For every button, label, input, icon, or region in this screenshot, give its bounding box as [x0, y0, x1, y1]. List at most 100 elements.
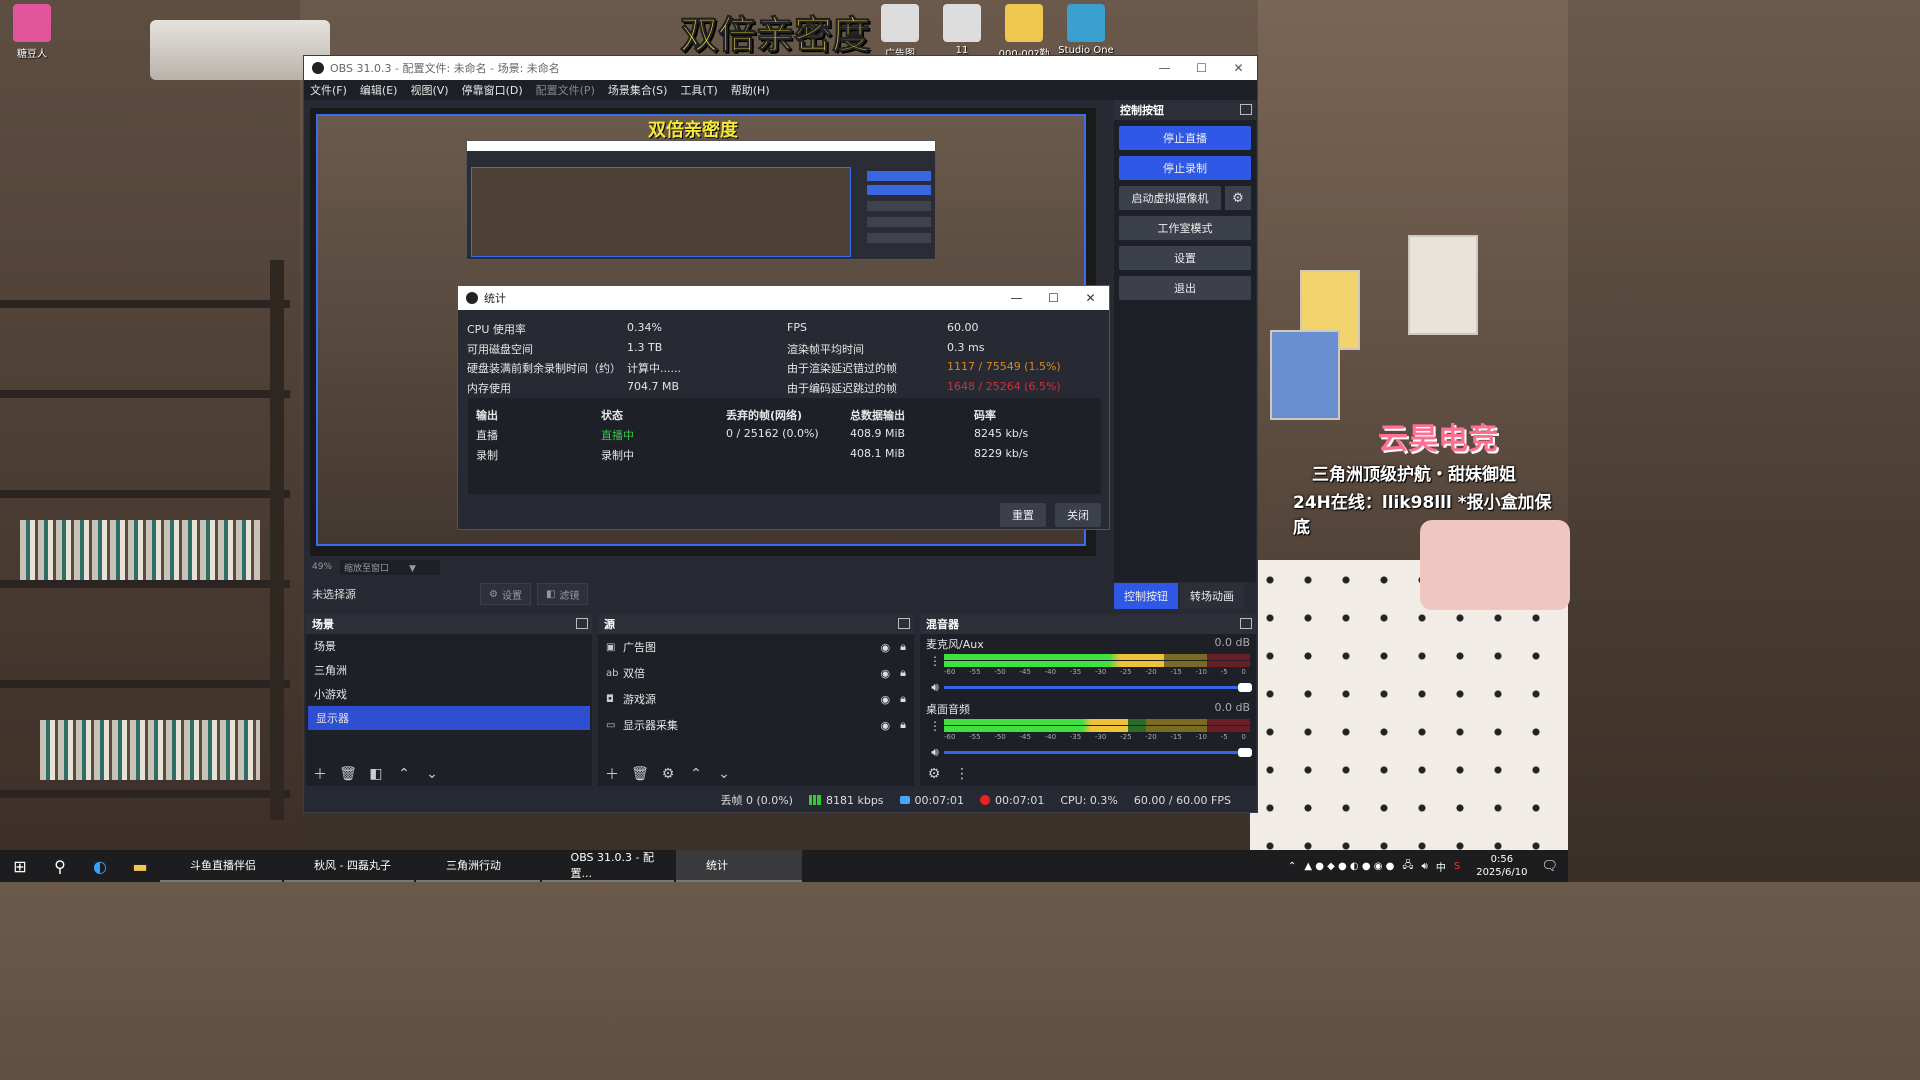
undock-icon[interactable]: [1240, 618, 1252, 629]
source-name: 游戏源: [623, 693, 656, 706]
gear-icon: ⚙: [489, 588, 498, 600]
windows-start-icon[interactable]: ⊞: [0, 850, 40, 882]
stop-record-button[interactable]: 停止录制: [1119, 156, 1251, 180]
remove-source-icon[interactable]: 🗑: [628, 764, 652, 784]
speaker-icon[interactable]: 🔊︎: [926, 680, 944, 695]
kebab-menu-icon[interactable]: ⋮: [926, 719, 944, 733]
menu-docks[interactable]: 停靠窗口(D): [462, 82, 523, 98]
search-icon[interactable]: ⚲: [40, 850, 80, 882]
start-virtual-camera-button[interactable]: 启动虚拟摄像机: [1119, 186, 1221, 210]
virtual-camera-settings-button[interactable]: ⚙: [1225, 186, 1251, 210]
move-up-icon[interactable]: ⌃: [684, 764, 708, 784]
no-source-label: 未选择源: [312, 588, 356, 601]
scene-item[interactable]: 三角洲: [306, 658, 592, 682]
close-icon[interactable]: ✕: [1220, 61, 1257, 75]
lock-icon[interactable]: 🔒︎: [900, 640, 906, 654]
volume-slider[interactable]: [944, 748, 1252, 757]
scene-item-selected[interactable]: 显示器: [308, 706, 590, 730]
menu-file[interactable]: 文件(F): [310, 82, 347, 98]
meter-tick-label: -35: [1069, 668, 1082, 676]
add-source-icon[interactable]: ＋: [600, 764, 624, 784]
move-down-icon[interactable]: ⌄: [420, 764, 444, 784]
exit-button[interactable]: 退出: [1119, 276, 1251, 300]
menu-edit[interactable]: 编辑(E): [360, 82, 398, 98]
notification-icon[interactable]: 🗨︎: [1541, 859, 1558, 874]
stop-stream-button[interactable]: 停止直播: [1119, 126, 1251, 150]
sogou-icon[interactable]: S: [1454, 861, 1460, 872]
undock-icon[interactable]: [1240, 104, 1252, 115]
clock[interactable]: 0:56 2025/6/10: [1476, 853, 1527, 879]
remove-scene-icon[interactable]: 🗑: [336, 764, 360, 784]
desktop-icon-ad-image[interactable]: 广告图: [870, 4, 930, 60]
source-settings-button[interactable]: ⚙ 设置: [480, 583, 531, 605]
slider-knob[interactable]: [1238, 683, 1252, 692]
taskbar-app[interactable]: 秋风 - 四磊丸子: [284, 850, 414, 882]
taskbar-app[interactable]: OBS 31.0.3 - 配置...: [542, 850, 674, 882]
menu-scene-collection[interactable]: 场景集合(S): [608, 82, 668, 98]
undock-icon[interactable]: [898, 618, 910, 629]
scene-item[interactable]: 场景: [306, 634, 592, 658]
source-item[interactable]: ▭ 显示器采集 ◉ 🔒︎: [598, 712, 914, 738]
settings-button[interactable]: 设置: [1119, 246, 1251, 270]
advanced-audio-icon[interactable]: ⚙: [922, 764, 946, 784]
edge-browser-icon[interactable]: ◐: [80, 850, 120, 882]
tab-controls[interactable]: 控制按钮: [1114, 583, 1178, 609]
move-up-icon[interactable]: ⌃: [392, 764, 416, 784]
speaker-icon[interactable]: 🔊︎: [1422, 861, 1428, 872]
taskbar-app-active[interactable]: 统计: [676, 850, 802, 882]
taskbar-app[interactable]: 斗鱼直播伴侣: [160, 850, 282, 882]
chevron-up-icon[interactable]: ⌃: [1288, 861, 1296, 872]
add-scene-icon[interactable]: ＋: [308, 764, 332, 784]
desktop-icon-studio-one[interactable]: Studio One: [1056, 4, 1116, 56]
stats-titlebar: 统计 — ☐ ✕: [458, 286, 1109, 310]
source-item[interactable]: ab 双倍 ◉ 🔒︎: [598, 660, 914, 686]
speaker-icon[interactable]: 🔊︎: [926, 745, 944, 760]
source-properties-icon[interactable]: ⚙: [656, 764, 680, 784]
table-cell: 8245 kb/s: [974, 427, 1029, 440]
source-item[interactable]: ◘ 游戏源 ◉ 🔒︎: [598, 686, 914, 712]
taskbar-app[interactable]: 三角洲行动: [416, 850, 540, 882]
eye-icon[interactable]: ◉: [881, 693, 891, 706]
minimize-icon[interactable]: —: [1146, 61, 1183, 75]
maximize-icon[interactable]: ☐: [1035, 291, 1072, 305]
lock-icon[interactable]: 🔒︎: [900, 692, 906, 706]
eye-icon[interactable]: ◉: [881, 641, 891, 654]
menu-tools[interactable]: 工具(T): [680, 82, 717, 98]
close-icon[interactable]: ✕: [1072, 291, 1109, 305]
studio-mode-button[interactable]: 工作室模式: [1119, 216, 1251, 240]
tab-transitions[interactable]: 转场动画: [1180, 583, 1244, 609]
close-button[interactable]: 关闭: [1055, 503, 1101, 527]
douyu-icon: [168, 857, 184, 873]
menu-help[interactable]: 帮助(H): [731, 82, 770, 98]
kebab-menu-icon[interactable]: ⋮: [950, 764, 974, 784]
lock-icon[interactable]: 🔒︎: [900, 718, 906, 732]
meter-tick-label: -55: [969, 733, 981, 741]
source-filters-button[interactable]: ◧ 滤镜: [536, 583, 589, 605]
move-down-icon[interactable]: ⌄: [712, 764, 736, 784]
lock-icon[interactable]: 🔒︎: [900, 666, 906, 680]
kebab-menu-icon[interactable]: ⋮: [926, 654, 944, 668]
source-item[interactable]: ▣ 广告图 ◉ 🔒︎: [598, 634, 914, 660]
menu-profile[interactable]: 配置文件(P): [536, 82, 595, 98]
eye-icon[interactable]: ◉: [881, 719, 891, 732]
volume-slider[interactable]: [944, 683, 1252, 692]
ime-indicator[interactable]: 中: [1436, 859, 1446, 874]
mixer-dock: 混音器 麦克风/Aux 0.0 dB ⋮ -60 -55 -50 -45 -40 -35 -3…: [920, 614, 1256, 786]
obs-logo-icon: [466, 292, 478, 304]
clock-time: 0:56: [1490, 854, 1514, 865]
scene-filters-icon[interactable]: ◧: [364, 764, 388, 784]
file-explorer-icon[interactable]: ▬: [120, 850, 160, 882]
reset-button[interactable]: 重置: [1000, 503, 1046, 527]
desktop-icon-fall-guys[interactable]: 糖豆人: [2, 4, 62, 60]
maximize-icon[interactable]: ☐: [1183, 61, 1220, 75]
zoom-mode-select[interactable]: 缩放至窗口 ▼: [340, 559, 440, 575]
tray-apps-icon[interactable]: ▲ ● ◆ ● ◐ ● ◉ ●: [1304, 861, 1394, 872]
network-icon[interactable]: 🖧︎: [1402, 858, 1413, 875]
eye-icon[interactable]: ◉: [881, 667, 891, 680]
scene-item[interactable]: 小游戏: [306, 682, 592, 706]
desktop-icon-11[interactable]: 11: [932, 4, 992, 56]
undock-icon[interactable]: [576, 618, 588, 629]
slider-knob[interactable]: [1238, 748, 1252, 757]
menu-view[interactable]: 视图(V): [410, 82, 448, 98]
minimize-icon[interactable]: —: [998, 291, 1035, 305]
